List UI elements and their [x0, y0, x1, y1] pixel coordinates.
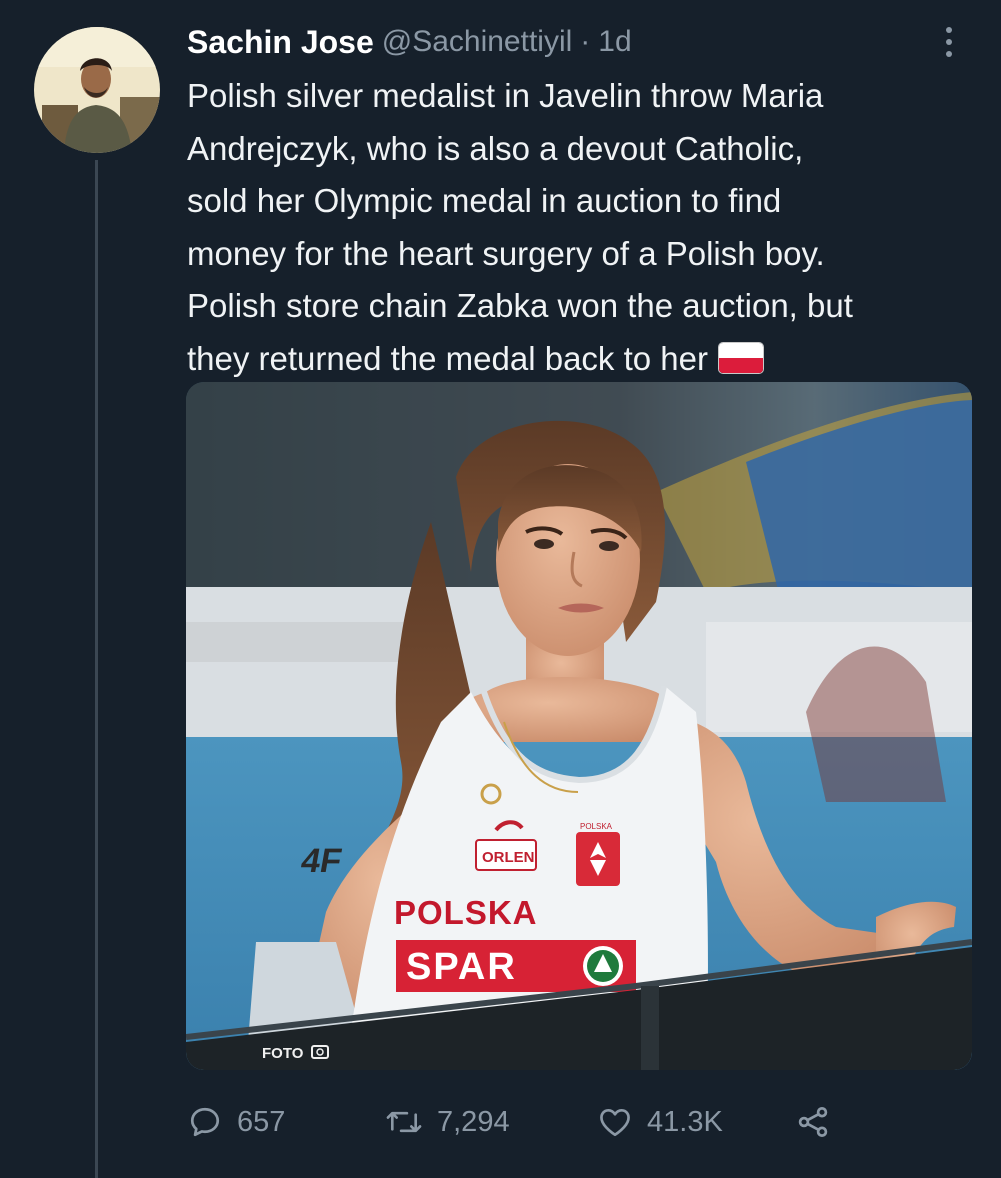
- avatar-image: [34, 27, 160, 153]
- tweet-text: Polish silver medalist in Javelin throw …: [187, 70, 977, 385]
- share-icon: [798, 1107, 828, 1137]
- author-handle[interactable]: @Sachinettiyil: [382, 25, 573, 59]
- retweet-count: 7,294: [437, 1105, 510, 1138]
- retweet-button[interactable]: 7,294: [385, 1097, 510, 1147]
- tweet-text-line: Polish store chain Zabka won the auction…: [187, 287, 853, 324]
- jersey-sponsor: ORLEN: [482, 849, 535, 866]
- bib-sponsor: SPAR: [406, 946, 517, 988]
- poland-flag-emoji: [717, 341, 764, 374]
- reply-button[interactable]: 657: [187, 1097, 285, 1147]
- like-button[interactable]: 41.3K: [597, 1097, 723, 1147]
- tweet-text-line: sold her Olympic medal in auction to fin…: [187, 182, 782, 219]
- photo-watermark: FOTO: [262, 1045, 304, 1062]
- tweet-text-line: Andrejczyk, who is also a devout Catholi…: [187, 129, 804, 167]
- avatar[interactable]: [34, 27, 160, 153]
- reply-count: 657: [237, 1105, 286, 1138]
- more-icon-dot: [946, 51, 952, 57]
- retweet-icon: [386, 1111, 422, 1133]
- header-separator: ·: [580, 25, 591, 58]
- like-count: 41.3K: [647, 1105, 723, 1138]
- jersey-brand: 4F: [298, 842, 344, 880]
- tweet-text-segment: they returned the medal back to her: [187, 339, 708, 377]
- more-options-button[interactable]: [937, 22, 961, 62]
- tweet-photo[interactable]: 4F ORLEN POLSKA POLSKA SPAR FOTO: [186, 382, 972, 1070]
- author-display-name[interactable]: Sachin Jose: [187, 24, 374, 61]
- more-icon-dot: [946, 39, 952, 45]
- share-button[interactable]: [795, 1097, 831, 1147]
- tweet-timestamp[interactable]: 1d: [598, 25, 631, 59]
- reply-icon: [190, 1107, 220, 1137]
- athlete-photo: 4F ORLEN POLSKA POLSKA SPAR FOTO: [186, 382, 972, 1070]
- jersey-crest-label: POLSKA: [580, 822, 613, 831]
- tweet-text-line: Polish silver medalist in Javelin throw …: [187, 77, 824, 114]
- heart-icon: [600, 1108, 630, 1137]
- tweet-text-line-last: they returned the medal back to her: [187, 333, 977, 386]
- tweet-actions: 657 7,294 41.3K: [187, 1097, 887, 1147]
- thread-line: [95, 160, 98, 1178]
- tweet-text-line: money for the heart surgery of a Polish …: [187, 234, 825, 272]
- jersey-team: POLSKA: [394, 894, 538, 931]
- tweet-header: Sachin Jose @Sachinettiyil · 1d: [187, 20, 632, 64]
- more-icon: [946, 27, 952, 33]
